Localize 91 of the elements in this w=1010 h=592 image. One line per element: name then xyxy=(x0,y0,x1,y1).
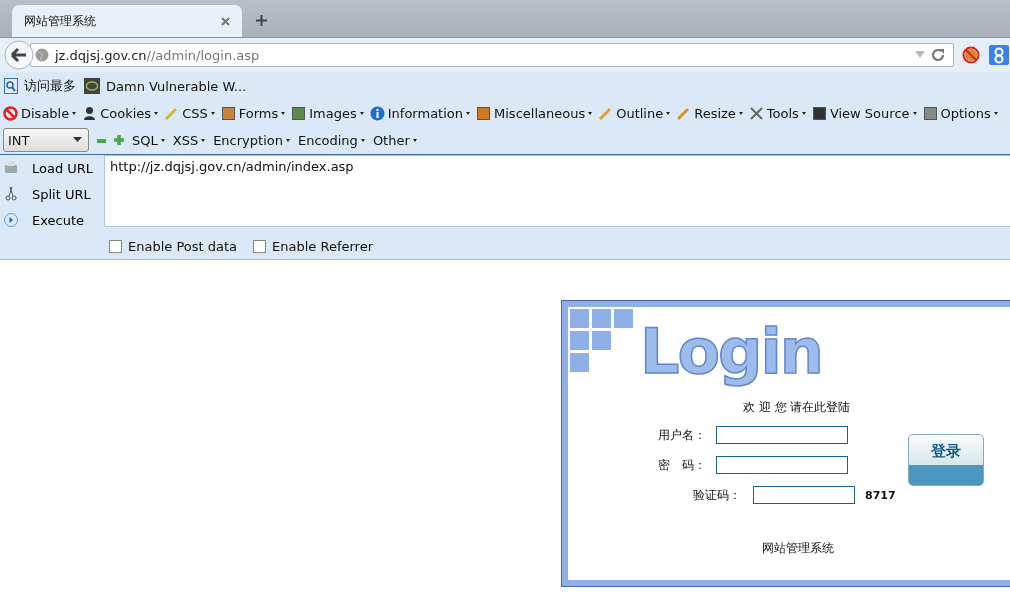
squares-icon xyxy=(570,309,634,373)
menu-label: View Source xyxy=(829,105,910,121)
browser-tab[interactable]: 网站管理系统 xyxy=(12,5,242,37)
menu-label: SQL xyxy=(132,132,158,148)
caret-icon xyxy=(412,138,417,142)
back-icon[interactable] xyxy=(4,40,34,70)
menu-label: Tools xyxy=(766,105,799,121)
tab-title: 网站管理系统 xyxy=(24,12,96,30)
caret-icon xyxy=(801,111,806,115)
username-field[interactable] xyxy=(716,426,848,444)
menu-label: Information xyxy=(387,105,464,121)
caret-icon xyxy=(360,138,365,142)
magnifier-page-icon xyxy=(4,78,18,94)
url-textarea[interactable]: http://jz.dqjsj.gov.cn/admin/index.asp xyxy=(104,155,1010,227)
menu-label: CSS xyxy=(182,105,208,121)
toolbar-menu[interactable]: Options xyxy=(922,105,998,121)
toolbar-menu[interactable]: Cookies xyxy=(82,105,159,121)
field-label: 密 码： xyxy=(658,456,707,474)
welcome-text: 欢 迎 您 请在此登陆 xyxy=(743,399,852,416)
info-icon xyxy=(369,105,385,121)
toolbar-menu[interactable]: Outline xyxy=(598,105,671,121)
caret-icon xyxy=(201,138,206,142)
printer-icon xyxy=(4,161,18,175)
caret-icon xyxy=(72,111,77,115)
menu-label: Other xyxy=(372,132,410,148)
toolbar-menu[interactable]: Tools xyxy=(748,105,806,121)
field-label: 用户名： xyxy=(658,426,707,444)
menu-label: Options xyxy=(940,105,991,121)
reload-icon[interactable] xyxy=(931,48,945,62)
caret-icon xyxy=(73,137,82,143)
login-logo: Login xyxy=(640,317,822,387)
toolbar-menu[interactable]: Miscellaneous xyxy=(476,105,593,121)
menu-label: Forms xyxy=(238,105,279,121)
action-button[interactable]: Execute xyxy=(22,212,84,228)
scissors-icon xyxy=(4,187,18,201)
toolbar-menu[interactable]: Disable xyxy=(3,105,77,121)
toolbar-menu[interactable]: Images xyxy=(291,105,364,121)
action-button[interactable]: Split URL xyxy=(22,186,91,202)
address-bar[interactable]: jz.dqjsj.gov.cn//admin/login.asp xyxy=(30,43,954,67)
url-text: jz.dqjsj.gov.cn//admin/login.asp xyxy=(55,47,260,63)
caret-icon xyxy=(666,111,671,115)
caret-icon xyxy=(993,111,998,115)
password-field[interactable] xyxy=(716,456,848,474)
globe-icon xyxy=(35,48,49,62)
play-icon xyxy=(4,213,18,227)
checkbox-label: Enable Referrer xyxy=(272,238,373,254)
bookmark-item[interactable]: Damn Vulnerable W... xyxy=(84,78,247,94)
ring-icon xyxy=(84,78,100,94)
menu-label: Cookies xyxy=(100,105,152,121)
login-button[interactable]: 登录 xyxy=(908,434,984,486)
toolbar-menu[interactable]: Resize xyxy=(676,105,743,121)
plus-icon[interactable] xyxy=(114,135,124,145)
search-engine-icon[interactable] xyxy=(988,44,1010,66)
caret-icon xyxy=(738,111,743,115)
caret-icon xyxy=(154,111,159,115)
caret-icon xyxy=(281,111,286,115)
caret-icon xyxy=(160,138,165,142)
caret-icon xyxy=(210,111,215,115)
menu-label: Images xyxy=(309,105,357,121)
close-icon[interactable] xyxy=(221,16,230,26)
captcha-code: 8717 xyxy=(865,488,896,502)
blocked-icon[interactable] xyxy=(962,46,980,64)
menu-label: XSS xyxy=(172,132,199,148)
menu-label: Disable xyxy=(21,105,70,121)
toolbar-menu[interactable]: View Source xyxy=(811,105,917,121)
menu-label: Resize xyxy=(694,105,736,121)
footer-text: 网站管理系统 xyxy=(762,540,835,557)
captcha-field[interactable] xyxy=(753,486,855,504)
field-label: 验证码： xyxy=(693,486,742,504)
caret-icon xyxy=(285,138,290,142)
silhouette-icon xyxy=(82,105,98,121)
toolbar-menu[interactable]: SQL xyxy=(132,132,165,148)
checkbox[interactable] xyxy=(109,239,122,253)
checkbox-label: Enable Post data xyxy=(128,238,238,254)
disable-icon xyxy=(3,105,18,121)
caret-icon xyxy=(588,111,593,115)
menu-label: Outline xyxy=(616,105,664,121)
menu-label: Miscellaneous xyxy=(494,105,586,121)
action-button[interactable]: Load URL xyxy=(22,160,94,176)
type-select[interactable]: INT xyxy=(3,128,89,152)
toolbar-menu[interactable]: Forms xyxy=(220,105,286,121)
toolbar-menu[interactable]: Information xyxy=(369,105,471,121)
caret-icon xyxy=(466,111,471,115)
toolbar-menu[interactable]: CSS xyxy=(164,105,215,121)
caret-icon xyxy=(359,111,364,115)
caret-icon xyxy=(912,111,917,115)
checkbox[interactable] xyxy=(253,239,267,253)
bookmark-item[interactable]: 访问最多 xyxy=(4,77,76,95)
toolbar-menu[interactable]: Other xyxy=(372,132,417,148)
new-tab-icon[interactable] xyxy=(256,15,267,26)
toolbar-menu[interactable]: XSS xyxy=(172,132,206,148)
